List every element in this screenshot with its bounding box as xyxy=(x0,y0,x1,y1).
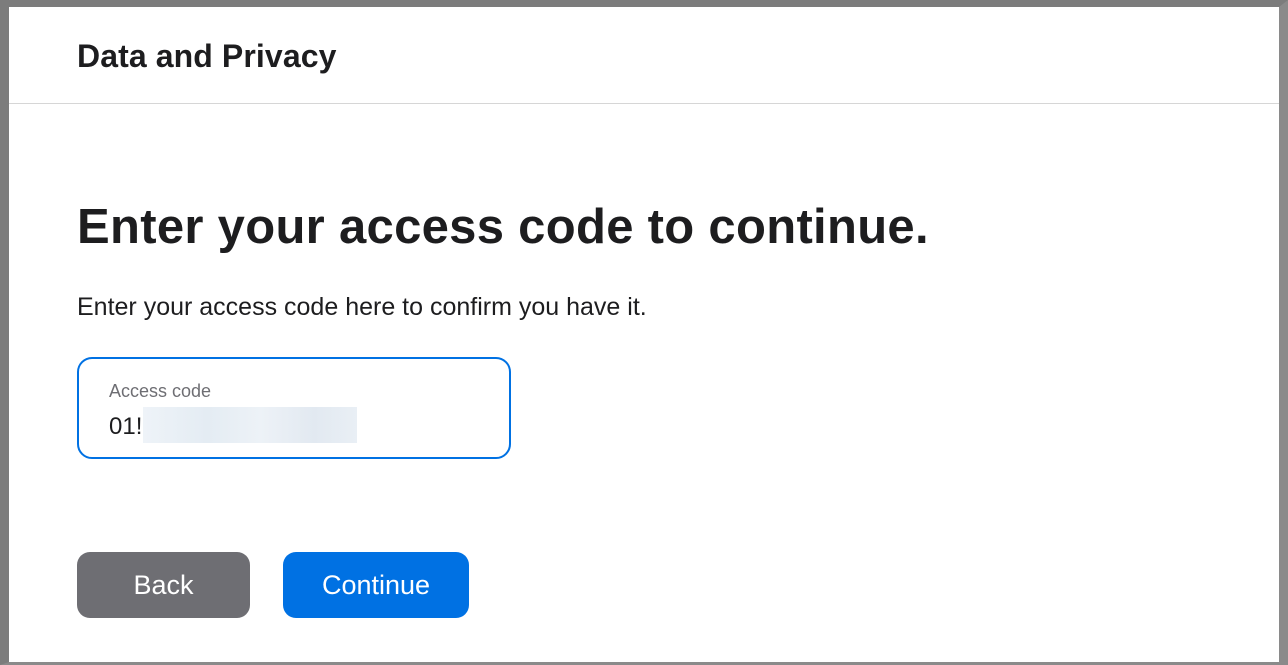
page-header: Data and Privacy xyxy=(9,7,1279,104)
back-button[interactable]: Back xyxy=(77,552,250,618)
redaction-overlay xyxy=(143,407,357,443)
page-title: Enter your access code to continue. xyxy=(77,200,929,254)
access-code-value[interactable]: 01! xyxy=(109,413,142,441)
header-title: Data and Privacy xyxy=(77,38,337,74)
access-code-field[interactable]: Access code 01! xyxy=(77,357,511,459)
access-code-label: Access code xyxy=(109,381,212,401)
continue-button[interactable]: Continue xyxy=(283,552,469,618)
page-description: Enter your access code here to confirm y… xyxy=(77,293,647,321)
app-window: Data and Privacy Enter your access code … xyxy=(0,0,1288,665)
